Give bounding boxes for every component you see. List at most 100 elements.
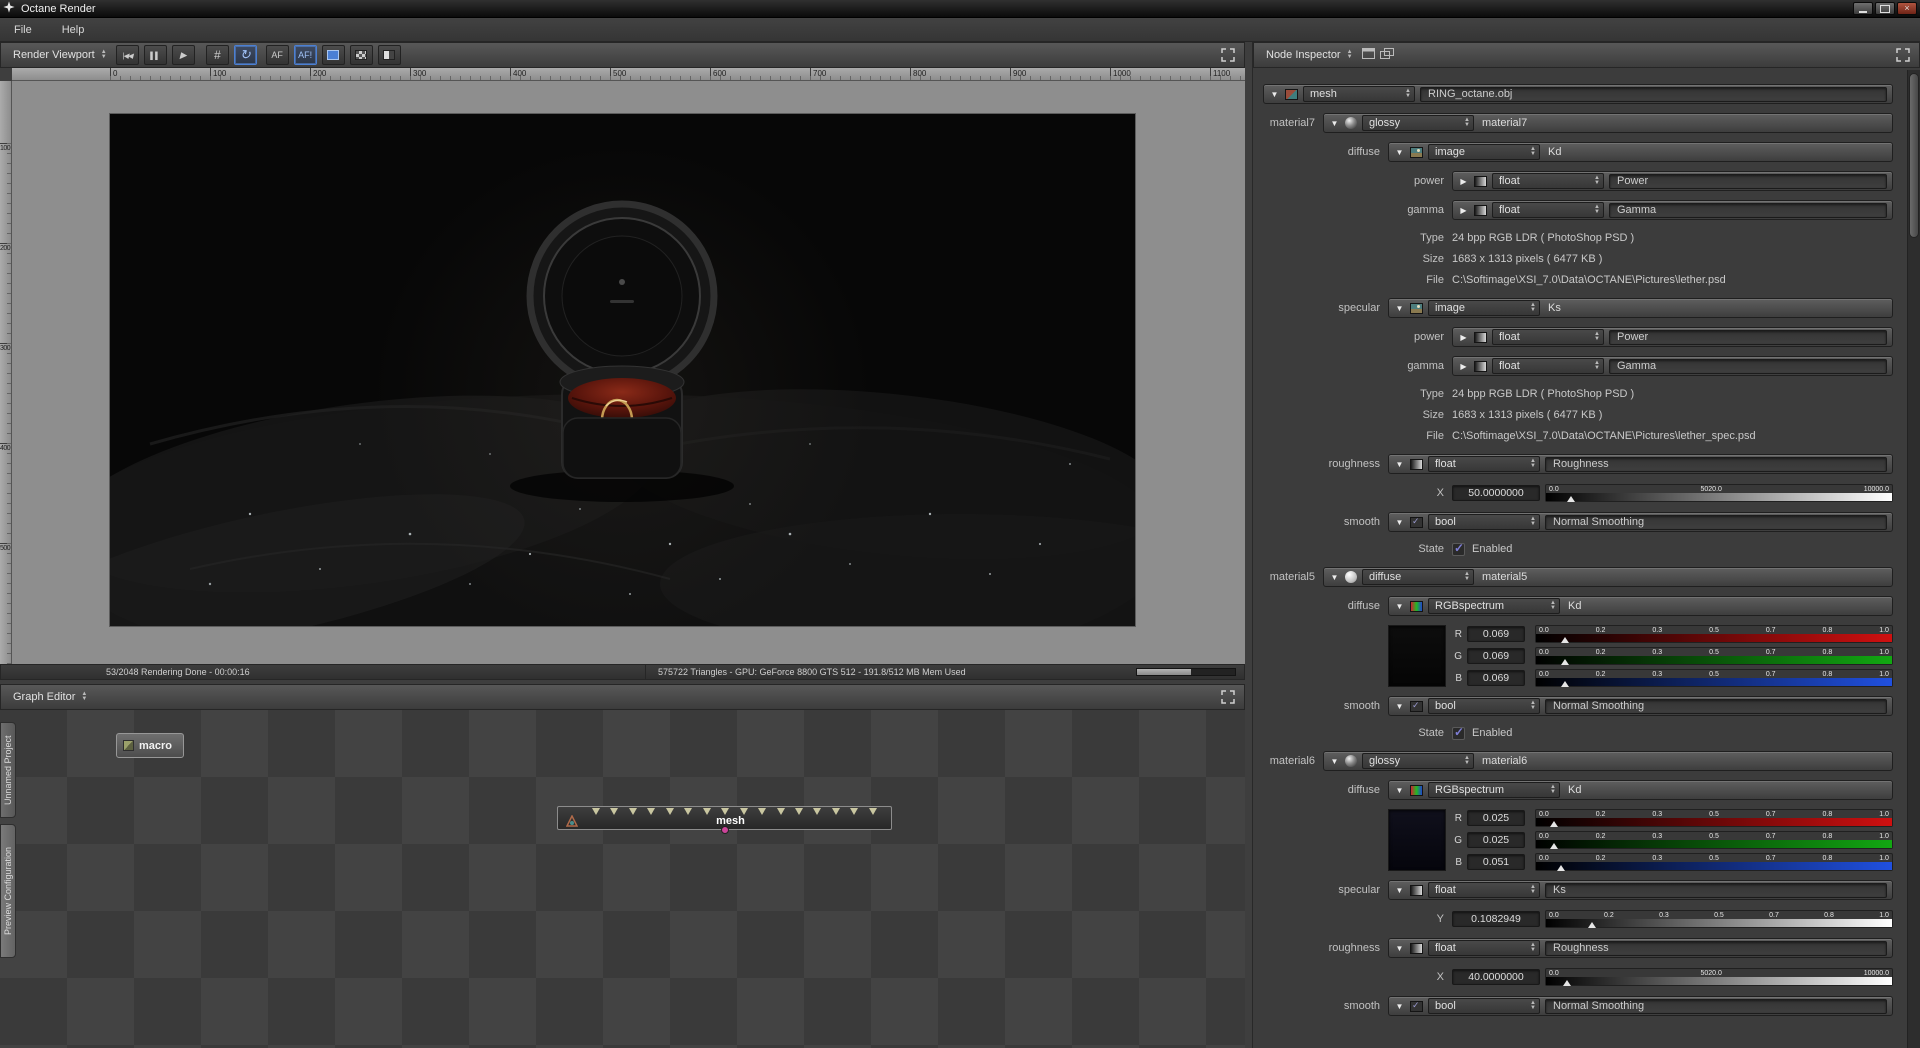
dock-window-button[interactable] <box>1379 48 1394 62</box>
macro-node[interactable]: macro <box>116 733 184 758</box>
value-field[interactable]: 0.069 <box>1467 648 1525 664</box>
mesh-file-field[interactable]: RING_octane.obj <box>1420 86 1887 102</box>
color-swatch[interactable] <box>1388 809 1446 871</box>
value-field[interactable]: 40.0000000 <box>1452 969 1540 985</box>
spinner-icon[interactable] <box>1550 601 1556 611</box>
node-header-bar[interactable]: RGBspectrum Kd <box>1388 780 1893 800</box>
inspector-expand-button[interactable] <box>1895 47 1911 63</box>
menu-file[interactable]: File <box>10 22 36 38</box>
pin-field[interactable]: Normal Smoothing <box>1545 698 1887 714</box>
value-field[interactable]: 0.025 <box>1467 832 1525 848</box>
minimize-button[interactable] <box>1853 2 1873 15</box>
node-type-dropdown[interactable]: float <box>1492 329 1604 345</box>
tab-unnamed-project[interactable]: Unnamed Project <box>0 722 16 818</box>
slider-marker[interactable] <box>1560 637 1569 643</box>
spinner-icon[interactable] <box>1464 118 1470 128</box>
slider-marker[interactable] <box>1560 659 1569 665</box>
collapse-icon[interactable] <box>1394 702 1405 711</box>
spinner-icon[interactable] <box>101 50 107 60</box>
tab-preview-configuration[interactable]: Preview Configuration <box>0 824 16 958</box>
collapse-icon[interactable] <box>1394 148 1405 157</box>
skip-to-start-button[interactable] <box>115 45 139 65</box>
input-pins[interactable] <box>592 808 877 815</box>
node-type-dropdown[interactable]: float <box>1428 456 1540 472</box>
collapse-icon[interactable] <box>1394 886 1405 895</box>
spinner-icon[interactable] <box>1594 176 1600 186</box>
value-field[interactable]: 0.025 <box>1467 810 1525 826</box>
node-header-bar[interactable]: bool Normal Smoothing <box>1388 996 1893 1016</box>
node-type-dropdown[interactable]: RGBspectrum <box>1428 782 1560 798</box>
node-type-dropdown[interactable]: image <box>1428 144 1540 160</box>
close-button[interactable]: × <box>1897 2 1917 15</box>
spinner-icon[interactable] <box>1594 332 1600 342</box>
node-header-bar[interactable]: float Power <box>1452 171 1893 191</box>
render-image[interactable] <box>110 114 1135 626</box>
spinner-icon[interactable] <box>1530 459 1536 469</box>
node-type-dropdown[interactable]: RGBspectrum <box>1428 598 1560 614</box>
node-type-dropdown[interactable]: bool <box>1428 514 1540 530</box>
value-field[interactable]: 0.069 <box>1467 670 1525 686</box>
material-header-bar[interactable]: glossy material6 <box>1323 751 1893 771</box>
spinner-icon[interactable] <box>1530 943 1536 953</box>
spinner-icon[interactable] <box>1530 1001 1536 1011</box>
slider-marker[interactable] <box>1550 821 1559 827</box>
node-header-bar[interactable]: float Ks <box>1388 880 1893 900</box>
scrollbar-thumb[interactable] <box>1909 73 1919 238</box>
red-slider[interactable]: 0.0 0.2 0.3 0.5 0.7 0.8 1.0 <box>1535 625 1893 643</box>
node-header-bar[interactable]: float Roughness <box>1388 938 1893 958</box>
spinner-icon[interactable] <box>1464 756 1470 766</box>
autofocus-lock-button[interactable]: AF! <box>293 45 317 65</box>
collapse-icon[interactable] <box>1394 304 1405 313</box>
node-type-dropdown[interactable]: bool <box>1428 998 1540 1014</box>
pin-field[interactable]: Normal Smoothing <box>1545 998 1887 1014</box>
node-header-bar[interactable]: image Kd <box>1388 142 1893 162</box>
color-swatch[interactable] <box>1388 625 1446 687</box>
collapse-icon[interactable] <box>1329 119 1340 128</box>
play-button[interactable] <box>171 45 195 65</box>
collapse-icon[interactable] <box>1329 573 1340 582</box>
collapse-icon[interactable] <box>1394 944 1405 953</box>
slider-marker[interactable] <box>1587 922 1596 928</box>
node-header-bar[interactable]: RGBspectrum Kd <box>1388 596 1893 616</box>
pin-field[interactable]: Power <box>1609 329 1887 345</box>
roughness-slider[interactable]: 0.0 5020.0 10000.0 <box>1545 968 1893 986</box>
collapse-icon[interactable] <box>1394 786 1405 795</box>
mesh-type-dropdown[interactable]: mesh <box>1303 86 1415 102</box>
green-slider[interactable]: 0.0 0.2 0.3 0.5 0.7 0.8 1.0 <box>1535 831 1893 849</box>
node-header-bar[interactable]: bool Normal Smoothing <box>1388 512 1893 532</box>
green-slider[interactable]: 0.0 0.2 0.3 0.5 0.7 0.8 1.0 <box>1535 647 1893 665</box>
spinner-icon[interactable] <box>1530 147 1536 157</box>
pin-field[interactable]: Gamma <box>1609 358 1887 374</box>
collapse-icon[interactable] <box>1394 1002 1405 1011</box>
node-type-dropdown[interactable]: bool <box>1428 698 1540 714</box>
pause-button[interactable] <box>143 45 167 65</box>
collapse-icon[interactable] <box>1394 460 1405 469</box>
float-window-button[interactable] <box>1361 48 1375 62</box>
node-header-bar[interactable]: bool Normal Smoothing <box>1388 696 1893 716</box>
pin-field[interactable]: Roughness <box>1545 940 1887 956</box>
collapse-icon[interactable] <box>1458 206 1469 215</box>
spinner-icon[interactable] <box>1530 303 1536 313</box>
mesh-node[interactable]: mesh <box>557 806 892 834</box>
inspector-title-dropdown[interactable]: Node Inspector <box>1262 47 1357 63</box>
value-field[interactable]: 0.1082949 <box>1452 911 1540 927</box>
node-header-bar[interactable]: float Gamma <box>1452 200 1893 220</box>
blue-slider[interactable]: 0.0 0.2 0.3 0.5 0.7 0.8 1.0 <box>1535 853 1893 871</box>
spinner-icon[interactable] <box>1594 205 1600 215</box>
slider-marker[interactable] <box>1560 681 1569 687</box>
maximize-button[interactable] <box>1875 2 1895 15</box>
spinner-icon[interactable] <box>1530 517 1536 527</box>
node-type-dropdown[interactable]: image <box>1428 300 1540 316</box>
node-header-bar[interactable]: float Gamma <box>1452 356 1893 376</box>
node-type-dropdown[interactable]: float <box>1492 202 1604 218</box>
grid-toggle-button[interactable] <box>205 45 229 65</box>
pin-field[interactable]: Roughness <box>1545 456 1887 472</box>
spinner-icon[interactable] <box>1464 572 1470 582</box>
menu-help[interactable]: Help <box>58 22 89 38</box>
graph-canvas[interactable]: Unnamed Project Preview Configuration ma… <box>0 710 1245 1048</box>
node-header-bar[interactable]: float Roughness <box>1388 454 1893 474</box>
autofocus-button[interactable]: AF <box>265 45 289 65</box>
restart-render-button[interactable] <box>233 45 257 65</box>
collapse-icon[interactable] <box>1458 333 1469 342</box>
slider-marker[interactable] <box>1563 980 1572 986</box>
